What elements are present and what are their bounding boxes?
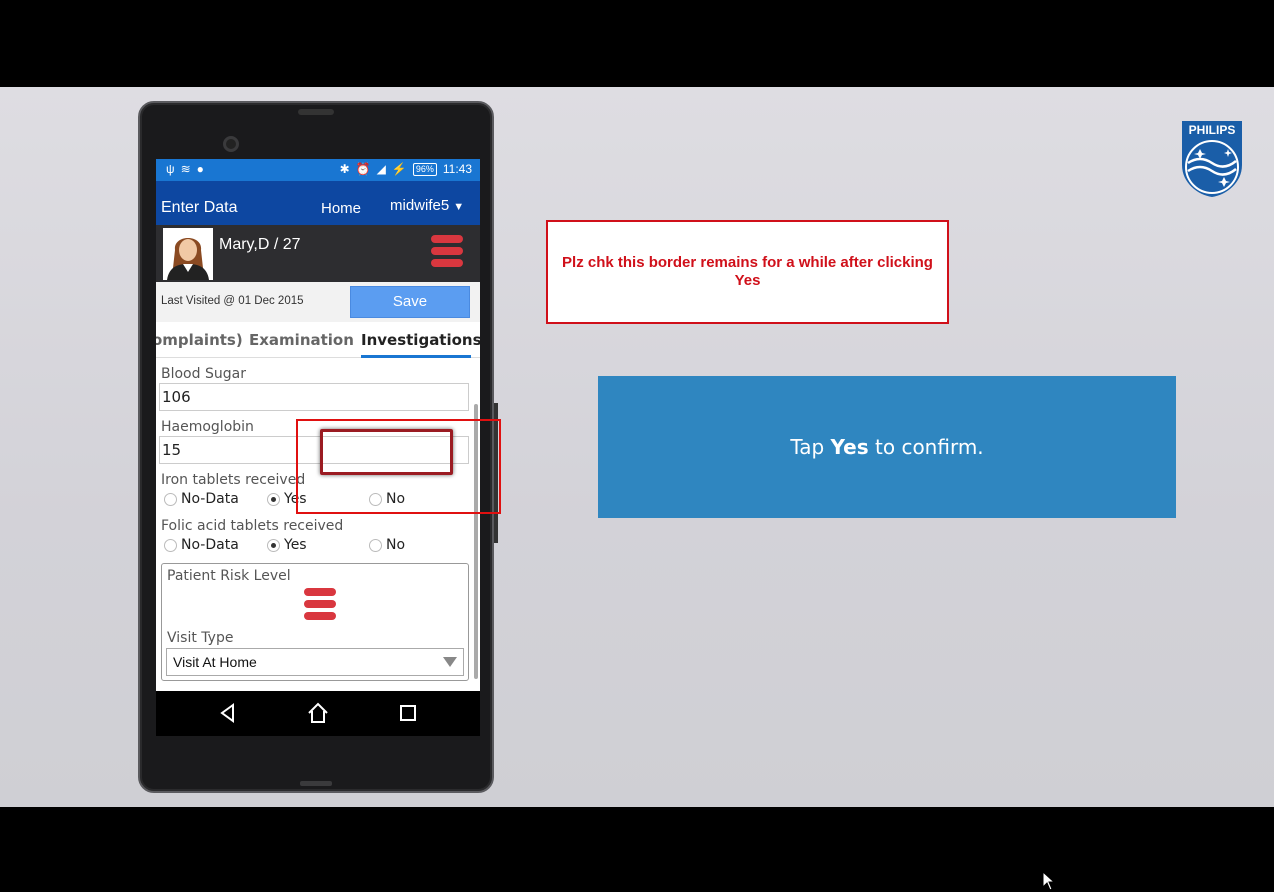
android-icon: ● (196, 162, 210, 176)
avatar (163, 228, 213, 280)
visit-type-label: Visit Type (167, 630, 234, 646)
risk-level-label: Patient Risk Level (167, 568, 291, 584)
instruction-prefix: Tap (790, 435, 831, 459)
status-time: 11:43 (442, 162, 472, 176)
instruction-panel: Tap Yes to confirm. (598, 376, 1176, 518)
review-annotation: Plz chk this border remains for a while … (546, 220, 949, 324)
visit-type-value: Visit At Home (173, 654, 257, 670)
radio-label: Yes (284, 537, 307, 553)
signal-icon: ◢ (376, 162, 386, 176)
svg-text:PHILIPS: PHILIPS (1189, 123, 1236, 137)
mouse-cursor-icon (1042, 871, 1056, 891)
charging-icon: ⚡ (391, 162, 407, 176)
chevron-down-icon: ▼ (453, 201, 465, 213)
android-nav-bar (156, 691, 480, 736)
patient-name: Mary,D / 27 (219, 236, 301, 253)
letterbox-bottom (0, 807, 1274, 892)
dropdown-arrow-icon (443, 657, 457, 667)
radio-checked-icon (267, 492, 280, 506)
folic-acid-radio-group: No-Data Yes No (164, 537, 464, 555)
tab-examination[interactable]: Examination (249, 331, 354, 349)
tab-investigations[interactable]: Investigations (361, 331, 480, 349)
bluetooth-icon: ✱ (339, 162, 350, 176)
tab-active-indicator (361, 355, 471, 358)
radio-label: No-Data (181, 537, 239, 553)
app-title: Enter Data (161, 199, 238, 216)
tab-complaints[interactable]: omplaints) (156, 331, 243, 349)
home-link[interactable]: Home (321, 200, 361, 217)
phone-bottom-slot (300, 781, 332, 786)
folic-radio-yes[interactable]: Yes (267, 537, 307, 553)
alarm-icon: ⏰ (355, 162, 371, 176)
save-button[interactable]: Save (350, 286, 470, 318)
patient-bar: Mary,D / 27 (156, 225, 480, 282)
blood-sugar-label: Blood Sugar (161, 366, 246, 382)
usb-icon: ψ (166, 162, 181, 176)
wifi-icon: ≋ (180, 162, 197, 176)
battery-indicator: 96% (412, 162, 437, 176)
folic-radio-no-data[interactable]: No-Data (164, 537, 239, 553)
status-left-icons: ψ≋● (166, 162, 210, 176)
last-visited-text: Last Visited @ 01 Dec 2015 (161, 295, 304, 307)
radio-circle-icon (369, 538, 382, 552)
back-icon[interactable] (216, 701, 240, 725)
risk-panel: Patient Risk Level Visit Type Visit At H… (161, 563, 469, 681)
iron-radio-no-data[interactable]: No-Data (164, 491, 239, 507)
visit-bar: Last Visited @ 01 Dec 2015 Save (156, 282, 480, 322)
folic-acid-label: Folic acid tablets received (161, 518, 344, 534)
status-right-icons: ✱ ⏰ ◢ ⚡ 96% 11:43 (340, 162, 472, 176)
phone-speaker (298, 109, 334, 115)
radio-label: No (386, 537, 406, 553)
user-name: midwife5 (390, 197, 450, 214)
phone-camera (223, 136, 239, 152)
radio-circle-icon (164, 538, 177, 552)
radio-label: No-Data (181, 491, 239, 507)
radio-circle-icon (164, 492, 177, 506)
user-menu[interactable]: midwife5 ▼ (390, 197, 464, 214)
tab-bar: omplaints) Examination Investigations (156, 322, 480, 358)
hotspot-yes-outline (296, 419, 501, 514)
instruction-emphasis: Yes (830, 435, 869, 459)
folic-radio-no[interactable]: No (369, 537, 405, 553)
iron-tablets-label: Iron tablets received (161, 472, 306, 488)
risk-level-indicator[interactable] (304, 588, 336, 624)
recents-icon[interactable] (396, 701, 420, 725)
letterbox-top (0, 0, 1274, 87)
radio-checked-icon (267, 538, 280, 552)
instruction-suffix: to confirm. (868, 435, 984, 459)
risk-indicator-menu[interactable] (431, 235, 463, 271)
visit-type-select[interactable]: Visit At Home (166, 648, 464, 676)
home-icon[interactable] (306, 701, 330, 725)
app-bar: Enter Data Home midwife5 ▼ (156, 181, 480, 225)
haemoglobin-label: Haemoglobin (161, 419, 254, 435)
status-bar: ψ≋● ✱ ⏰ ◢ ⚡ 96% 11:43 (156, 159, 480, 181)
blood-sugar-input[interactable]: 106 (159, 383, 469, 411)
philips-logo: PHILIPS (1182, 121, 1242, 197)
